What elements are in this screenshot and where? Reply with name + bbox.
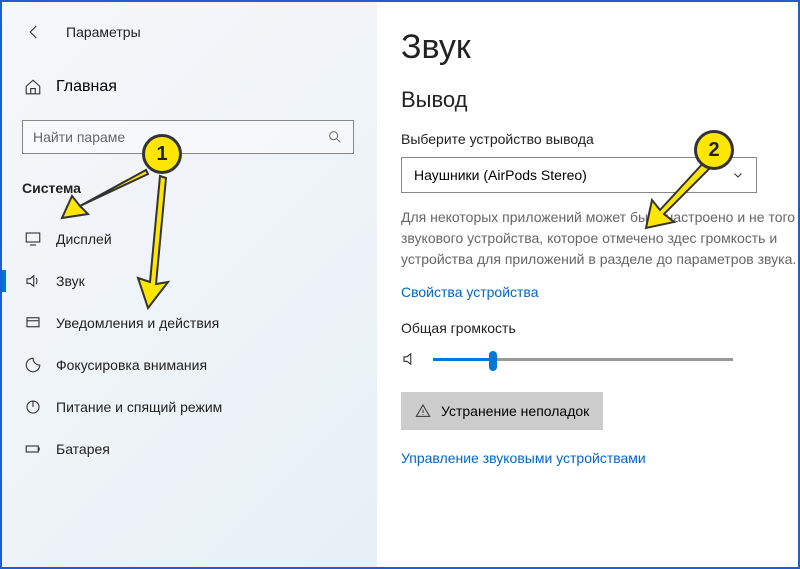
notify-icon <box>24 314 42 332</box>
sound-icon <box>24 272 42 290</box>
manage-devices-link[interactable]: Управление звуковыми устройствами <box>401 450 798 466</box>
power-icon <box>24 398 42 416</box>
home-icon <box>24 78 42 96</box>
main-content: Звук Вывод Выберите устройство вывода На… <box>377 2 798 567</box>
warning-icon <box>415 403 431 419</box>
output-description: Для некоторых приложений может быть наст… <box>401 207 798 270</box>
battery-icon <box>24 440 42 458</box>
output-heading: Вывод <box>401 87 798 113</box>
volume-icon <box>401 350 419 368</box>
search-box[interactable] <box>22 120 354 154</box>
sidebar-item-battery[interactable]: Батарея <box>22 428 357 470</box>
slider-fill <box>433 358 493 361</box>
sidebar-item-label: Фокусировка внимания <box>56 357 207 373</box>
dropdown-value: Наушники (AirPods Stereo) <box>414 167 587 183</box>
sidebar-item-focus[interactable]: Фокусировка внимания <box>22 344 357 386</box>
annotation-badge-2: 2 <box>694 130 734 170</box>
sidebar-item-label: Уведомления и действия <box>56 315 219 331</box>
home-label: Главная <box>56 78 117 96</box>
device-properties-link[interactable]: Свойства устройства <box>401 284 539 300</box>
back-button[interactable] <box>22 20 46 44</box>
output-device-label: Выберите устройство вывода <box>401 131 798 147</box>
sidebar-item-label: Питание и спящий режим <box>56 399 222 415</box>
troubleshoot-button[interactable]: Устранение неполадок <box>401 392 603 430</box>
arrow-left-icon <box>25 23 43 41</box>
page-title: Параметры <box>66 24 141 40</box>
slider-thumb[interactable] <box>489 351 497 371</box>
focus-icon <box>24 356 42 374</box>
sidebar-item-power[interactable]: Питание и спящий режим <box>22 386 357 428</box>
sidebar-item-label: Звук <box>56 273 85 289</box>
annotation-badge-1: 1 <box>142 134 182 174</box>
main-title: Звук <box>401 28 798 67</box>
annotation-arrow-1b <box>120 172 190 312</box>
volume-label: Общая громкость <box>401 320 798 336</box>
search-icon <box>327 129 343 145</box>
search-input[interactable] <box>33 129 327 145</box>
display-icon <box>24 230 42 248</box>
sidebar-item-label: Дисплей <box>56 231 112 247</box>
sidebar-item-label: Батарея <box>56 441 110 457</box>
home-link[interactable]: Главная <box>22 72 357 102</box>
chevron-down-icon <box>732 169 744 181</box>
troubleshoot-label: Устранение неполадок <box>441 403 589 419</box>
volume-slider[interactable] <box>433 358 733 361</box>
